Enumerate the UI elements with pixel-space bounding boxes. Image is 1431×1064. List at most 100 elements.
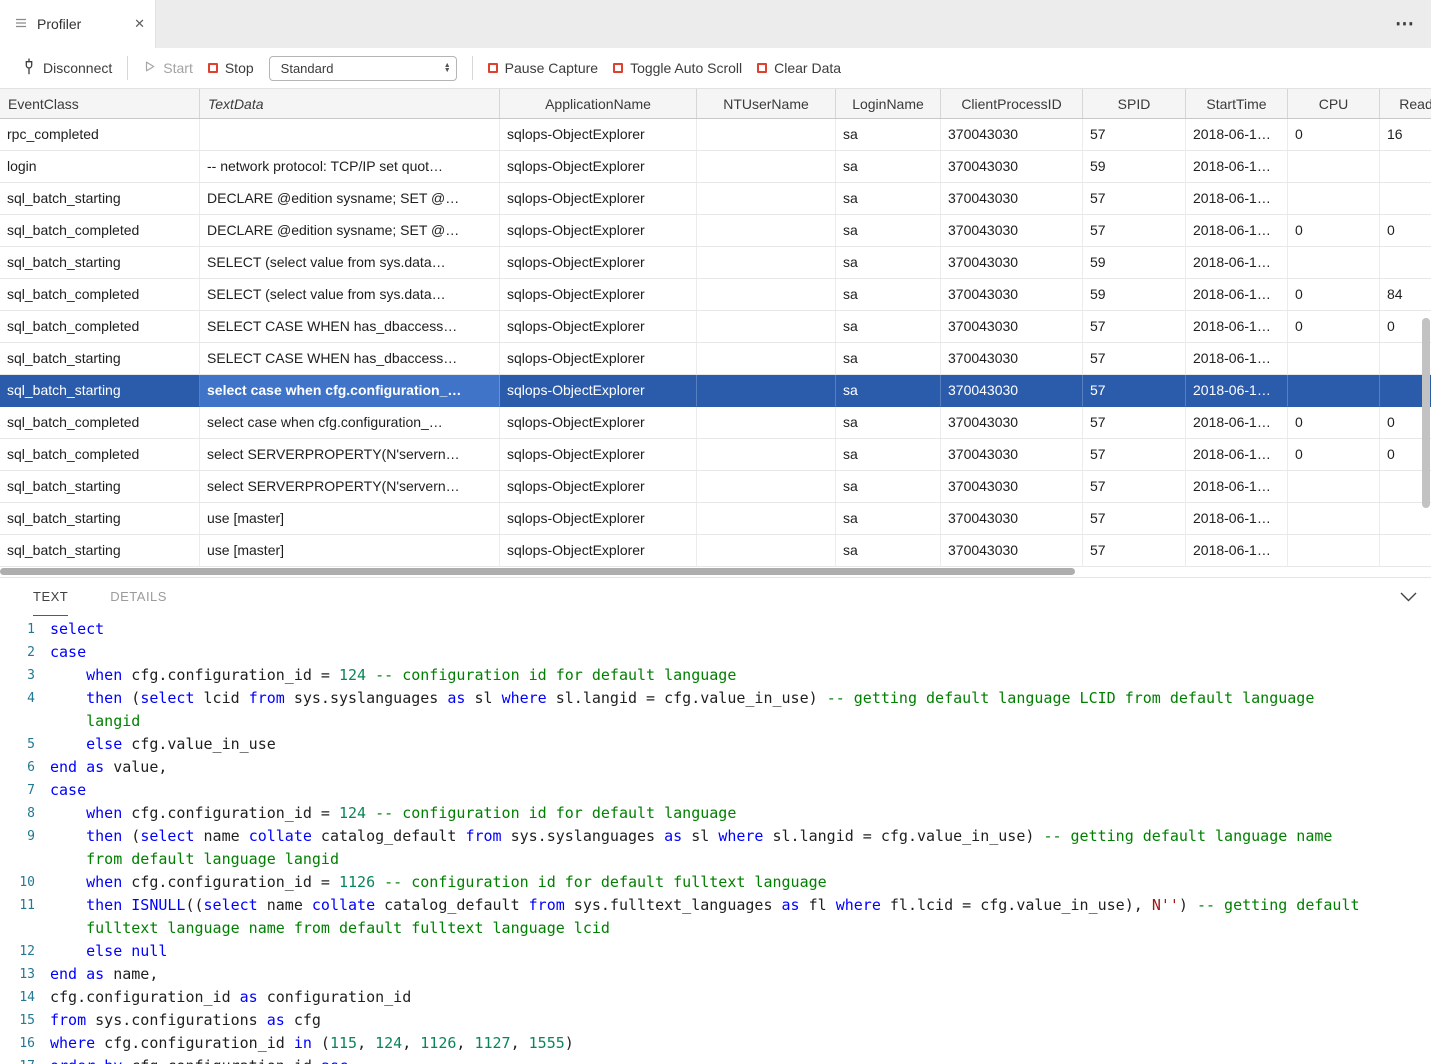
grid-cell[interactable]: sqlops-ObjectExplorer <box>500 407 697 439</box>
stop-button[interactable]: Stop <box>208 60 254 76</box>
grid-cell[interactable]: sqlops-ObjectExplorer <box>500 471 697 503</box>
grid-cell[interactable] <box>1288 183 1380 215</box>
grid-cell[interactable]: sql_batch_starting <box>0 375 200 407</box>
grid-cell[interactable]: sql_batch_starting <box>0 247 200 279</box>
grid-cell[interactable]: sa <box>836 471 941 503</box>
grid-cell[interactable]: sqlops-ObjectExplorer <box>500 311 697 343</box>
grid-cell[interactable]: 57 <box>1083 215 1186 247</box>
grid-cell[interactable]: 0 <box>1288 215 1380 247</box>
pause-capture-button[interactable]: Pause Capture <box>488 60 598 76</box>
grid-cell[interactable]: SELECT (select value from sys.data… <box>200 279 500 311</box>
grid-cell[interactable] <box>1288 375 1380 407</box>
grid-cell[interactable] <box>697 375 836 407</box>
grid-cell[interactable]: sqlops-ObjectExplorer <box>500 439 697 471</box>
grid-cell[interactable]: 2018-06-1… <box>1186 343 1288 375</box>
grid-cell[interactable]: sqlops-ObjectExplorer <box>500 183 697 215</box>
grid-cell[interactable] <box>200 119 500 151</box>
more-actions-icon[interactable]: ⋯ <box>1387 0 1423 48</box>
grid-cell[interactable]: select SERVERPROPERTY(N'servern… <box>200 439 500 471</box>
grid-cell[interactable]: 2018-06-1… <box>1186 439 1288 471</box>
grid-cell[interactable]: 0 <box>1288 439 1380 471</box>
grid-cell[interactable]: sa <box>836 247 941 279</box>
grid-cell[interactable] <box>1288 471 1380 503</box>
grid-cell[interactable]: sqlops-ObjectExplorer <box>500 535 697 567</box>
horizontal-scrollbar-thumb[interactable] <box>0 568 1075 575</box>
grid-cell[interactable] <box>697 151 836 183</box>
grid-cell[interactable]: sa <box>836 279 941 311</box>
grid-cell[interactable]: 2018-06-1… <box>1186 471 1288 503</box>
grid-cell[interactable]: sql_batch_completed <box>0 407 200 439</box>
grid-cell[interactable]: 2018-06-1… <box>1186 311 1288 343</box>
grid-cell[interactable]: 59 <box>1083 247 1186 279</box>
grid-cell[interactable]: 370043030 <box>941 119 1083 151</box>
grid-cell[interactable]: DECLARE @edition sysname; SET @… <box>200 183 500 215</box>
grid-cell[interactable]: sqlops-ObjectExplorer <box>500 343 697 375</box>
grid-cell[interactable]: sa <box>836 407 941 439</box>
grid-cell[interactable]: sa <box>836 119 941 151</box>
grid-cell[interactable] <box>1288 343 1380 375</box>
column-header-starttime[interactable]: StartTime <box>1186 89 1288 118</box>
grid-cell[interactable]: 57 <box>1083 119 1186 151</box>
grid-cell[interactable]: use [master] <box>200 535 500 567</box>
grid-cell[interactable] <box>697 311 836 343</box>
column-header-clientprocessid[interactable]: ClientProcessID <box>941 89 1083 118</box>
grid-cell[interactable]: 57 <box>1083 375 1186 407</box>
table-row[interactable]: sql_batch_startinguse [master]sqlops-Obj… <box>0 535 1431 567</box>
column-header-spid[interactable]: SPID <box>1083 89 1186 118</box>
grid-cell[interactable]: 370043030 <box>941 407 1083 439</box>
grid-cell[interactable]: 57 <box>1083 439 1186 471</box>
column-header-cpu[interactable]: CPU <box>1288 89 1380 118</box>
grid-cell[interactable]: 57 <box>1083 535 1186 567</box>
grid-cell[interactable]: 370043030 <box>941 503 1083 535</box>
grid-cell[interactable]: 0 <box>1288 119 1380 151</box>
grid-cell[interactable]: sql_batch_starting <box>0 471 200 503</box>
column-header-reads[interactable]: Reads <box>1380 89 1431 118</box>
grid-cell[interactable]: 57 <box>1083 407 1186 439</box>
grid-cell[interactable] <box>697 503 836 535</box>
grid-cell[interactable]: -- network protocol: TCP/IP set quot… <box>200 151 500 183</box>
grid-cell[interactable]: sa <box>836 215 941 247</box>
grid-cell[interactable] <box>697 407 836 439</box>
grid-cell[interactable]: 0 <box>1288 311 1380 343</box>
grid-cell[interactable]: 2018-06-1… <box>1186 535 1288 567</box>
grid-cell[interactable]: SELECT CASE WHEN has_dbaccess… <box>200 343 500 375</box>
grid-cell[interactable]: 2018-06-1… <box>1186 375 1288 407</box>
grid-cell[interactable]: use [master] <box>200 503 500 535</box>
grid-cell[interactable]: 370043030 <box>941 183 1083 215</box>
grid-cell[interactable]: 0 <box>1288 407 1380 439</box>
view-template-select[interactable]: Standard ▲ ▼ <box>269 56 457 81</box>
table-row[interactable]: sql_batch_completedSELECT CASE WHEN has_… <box>0 311 1431 343</box>
grid-cell[interactable]: sql_batch_completed <box>0 311 200 343</box>
grid-cell[interactable] <box>697 439 836 471</box>
grid-cell[interactable]: select case when cfg.configuration_… <box>200 407 500 439</box>
table-row[interactable]: sql_batch_completedSELECT (select value … <box>0 279 1431 311</box>
grid-cell[interactable]: 370043030 <box>941 439 1083 471</box>
grid-cell[interactable]: 0 <box>1288 279 1380 311</box>
grid-cell[interactable] <box>697 535 836 567</box>
grid-cell[interactable]: DECLARE @edition sysname; SET @… <box>200 215 500 247</box>
grid-cell[interactable]: sqlops-ObjectExplorer <box>500 375 697 407</box>
grid-cell[interactable]: 57 <box>1083 471 1186 503</box>
grid-cell[interactable] <box>1288 503 1380 535</box>
grid-cell[interactable] <box>697 215 836 247</box>
column-header-textdata[interactable]: TextData <box>200 89 500 118</box>
grid-cell[interactable]: select SERVERPROPERTY(N'servern… <box>200 471 500 503</box>
grid-cell[interactable]: 59 <box>1083 279 1186 311</box>
grid-cell[interactable]: sa <box>836 503 941 535</box>
toggle-auto-scroll-button[interactable]: Toggle Auto Scroll <box>613 60 742 76</box>
table-row[interactable]: sql_batch_startingSELECT (select value f… <box>0 247 1431 279</box>
grid-cell[interactable]: login <box>0 151 200 183</box>
grid-cell[interactable]: rpc_completed <box>0 119 200 151</box>
tab-profiler[interactable]: Profiler ✕ <box>0 0 156 48</box>
vertical-scrollbar-thumb[interactable] <box>1422 318 1430 508</box>
grid-cell[interactable]: sqlops-ObjectExplorer <box>500 279 697 311</box>
grid-cell[interactable]: sql_batch_completed <box>0 439 200 471</box>
grid-cell[interactable]: 2018-06-1… <box>1186 215 1288 247</box>
grid-cell[interactable]: 59 <box>1083 151 1186 183</box>
column-header-loginname[interactable]: LoginName <box>836 89 941 118</box>
grid-cell[interactable]: 370043030 <box>941 279 1083 311</box>
table-row[interactable]: sql_batch_completedDECLARE @edition sysn… <box>0 215 1431 247</box>
column-header-applicationname[interactable]: ApplicationName <box>500 89 697 118</box>
grid-cell[interactable]: 2018-06-1… <box>1186 407 1288 439</box>
column-header-ntusername[interactable]: NTUserName <box>697 89 836 118</box>
